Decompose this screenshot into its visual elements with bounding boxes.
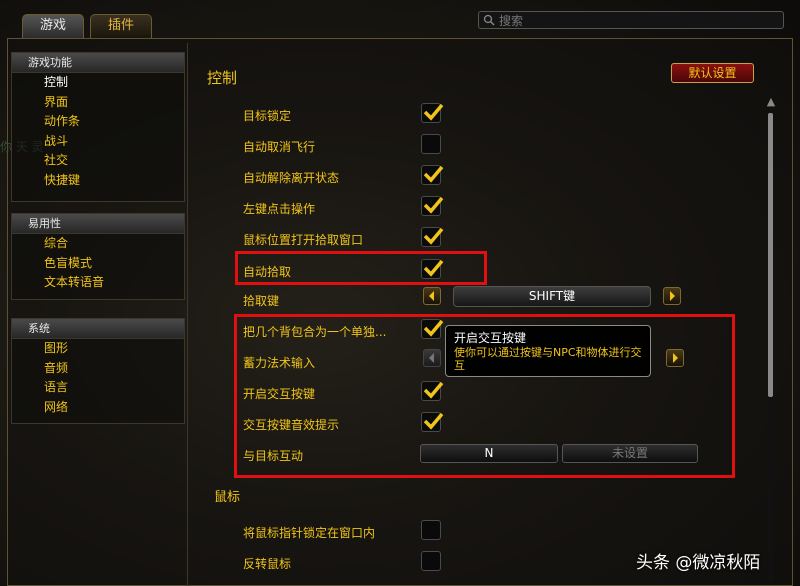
- loot-key-dropdown[interactable]: SHIFT键: [453, 286, 651, 307]
- sidebar-section-title: 易用性: [12, 214, 184, 234]
- tab-addons[interactable]: 插件: [90, 14, 152, 38]
- option-label: 自动解除离开状态: [243, 171, 340, 185]
- sidebar-item-combat[interactable]: 战斗: [12, 132, 184, 152]
- sidebar-item-audio[interactable]: 音频: [12, 359, 184, 379]
- checkmark-icon: [423, 103, 444, 121]
- option-label: 鼠标位置打开拾取窗口: [243, 233, 364, 247]
- highlight-box-interact: [234, 314, 735, 478]
- section-title-mouse: 鼠标: [214, 490, 241, 505]
- arrow-left-icon: [429, 291, 434, 301]
- sidebar-item-actionbars[interactable]: 动作条: [12, 112, 184, 132]
- option-label: 自动取消飞行: [243, 140, 316, 154]
- highlight-box-auto-loot: [235, 251, 487, 285]
- sidebar-item-network[interactable]: 网络: [12, 398, 184, 418]
- page-title: 控制: [207, 69, 238, 87]
- option-label: 目标锁定: [243, 109, 292, 123]
- sidebar-section-system: 系统 图形 音频 语言 网络: [11, 318, 185, 424]
- search-icon: [483, 14, 495, 26]
- sidebar-item-colorblind[interactable]: 色盲模式: [12, 254, 184, 274]
- loot-key-next-button[interactable]: [663, 287, 681, 305]
- checkmark-icon: [423, 165, 444, 183]
- left-click-checkbox[interactable]: [421, 196, 444, 216]
- search-input[interactable]: 搜索: [478, 11, 784, 29]
- sidebar-item-graphics[interactable]: 图形: [12, 339, 184, 359]
- option-label: 拾取键: [243, 294, 280, 308]
- sidebar-section-gameplay: 游戏功能 控制 界面 动作条 战斗 社交 快捷键: [11, 52, 185, 202]
- loot-key-prev-button[interactable]: [423, 287, 441, 305]
- sidebar-item-interface[interactable]: 界面: [12, 93, 184, 113]
- auto-dismount-checkbox[interactable]: [421, 134, 441, 154]
- checkmark-icon: [423, 196, 444, 214]
- scrollbar[interactable]: ▲: [764, 95, 778, 586]
- sidebar-item-general[interactable]: 综合: [12, 234, 184, 254]
- scroll-up-icon[interactable]: ▲: [764, 95, 778, 108]
- sidebar-item-keybindings[interactable]: 快捷键: [12, 171, 184, 191]
- search-placeholder: 搜索: [499, 13, 524, 28]
- loot-under-mouse-checkbox[interactable]: [421, 227, 444, 247]
- sidebar-item-controls[interactable]: 控制: [12, 73, 184, 93]
- sidebar-section-title: 游戏功能: [12, 53, 184, 73]
- watermark: 头条 @微凉秋陌: [636, 553, 761, 573]
- tab-game[interactable]: 游戏: [22, 14, 84, 38]
- arrow-right-icon: [670, 291, 675, 301]
- lock-cursor-checkbox[interactable]: [421, 520, 441, 540]
- scroll-thumb[interactable]: [768, 113, 773, 397]
- invert-mouse-checkbox[interactable]: [421, 551, 441, 571]
- sidebar-item-language[interactable]: 语言: [12, 378, 184, 398]
- option-label: 左键点击操作: [243, 202, 316, 216]
- sidebar-section-accessibility: 易用性 综合 色盲模式 文本转语音: [11, 213, 185, 300]
- sidebar-item-tts[interactable]: 文本转语音: [12, 273, 184, 293]
- sidebar-item-social[interactable]: 社交: [12, 151, 184, 171]
- sidebar-section-title: 系统: [12, 319, 184, 339]
- target-lock-checkbox[interactable]: [421, 103, 444, 123]
- option-label: 反转鼠标: [243, 557, 292, 571]
- option-label: 将鼠标指针锁定在窗口内: [243, 526, 376, 540]
- defaults-button[interactable]: 默认设置: [671, 63, 754, 83]
- checkmark-icon: [423, 227, 444, 245]
- auto-clear-afk-checkbox[interactable]: [421, 165, 444, 185]
